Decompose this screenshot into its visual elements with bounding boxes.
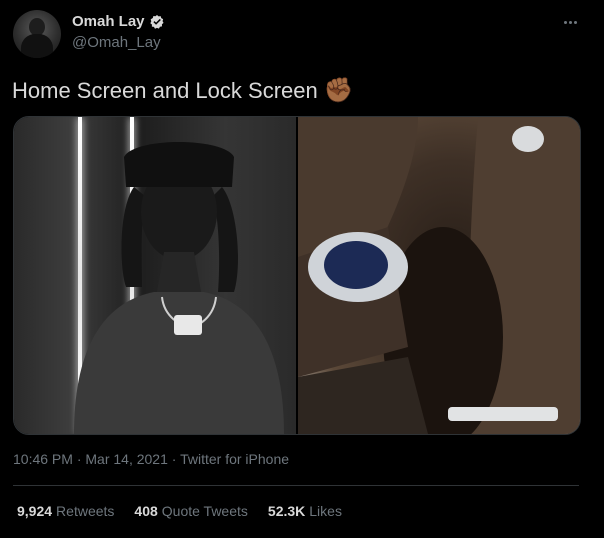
likes-count: 52.3K xyxy=(267,503,306,519)
person-silhouette xyxy=(74,142,284,434)
divider xyxy=(13,485,579,486)
avatar-body xyxy=(21,34,53,58)
tweet-stats: 9,924 Retweets 408 Quote Tweets 52.3K Likes xyxy=(17,503,342,519)
hands-watch-illustration xyxy=(298,117,580,434)
tweet-text: Home Screen and Lock Screen ✊🏾 xyxy=(12,76,354,105)
tweet-meta: 10:46 PM · Mar 14, 2021 · Twitter for iP… xyxy=(13,451,289,467)
avatar[interactable] xyxy=(13,10,61,58)
tweet-source[interactable]: Twitter for iPhone xyxy=(180,451,289,467)
tweet-media xyxy=(13,116,581,435)
tweet-timestamp[interactable]: 10:46 PM · Mar 14, 2021 xyxy=(13,451,168,467)
quote-tweets-label: Quote Tweets xyxy=(161,503,248,519)
quote-tweets-stat[interactable]: 408 Quote Tweets xyxy=(134,503,248,519)
likes-label: Likes xyxy=(309,503,342,519)
verified-badge-icon xyxy=(149,14,164,29)
retweets-label: Retweets xyxy=(56,503,115,519)
raised-fist-emoji-icon: ✊🏾 xyxy=(323,77,354,104)
media-photo-right[interactable] xyxy=(298,117,580,434)
tweet: Omah Lay @Omah_Lay Home Screen and Lock … xyxy=(0,0,604,538)
tweet-text-body: Home Screen and Lock Screen xyxy=(12,77,318,103)
likes-stat[interactable]: 52.3K Likes xyxy=(268,503,342,519)
author-display-name[interactable]: Omah Lay xyxy=(72,13,145,30)
more-options-icon[interactable] xyxy=(559,12,581,32)
meta-separator: · xyxy=(171,451,181,467)
retweets-stat[interactable]: 9,924 Retweets xyxy=(17,503,114,519)
quote-tweets-count: 408 xyxy=(134,503,158,519)
retweets-count: 9,924 xyxy=(17,503,53,519)
author-name-row: Omah Lay xyxy=(72,13,165,30)
author-handle[interactable]: @Omah_Lay xyxy=(72,34,161,51)
media-photo-left[interactable] xyxy=(14,117,296,434)
